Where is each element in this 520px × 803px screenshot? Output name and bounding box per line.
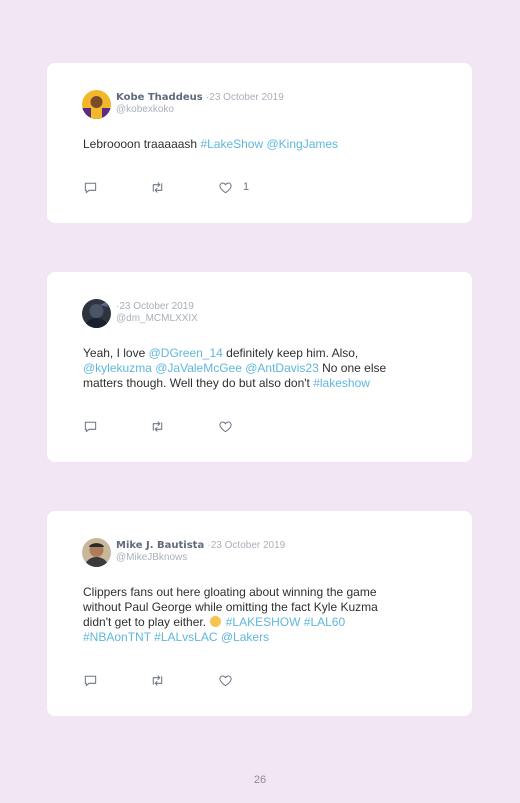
reply-icon — [84, 675, 97, 686]
tweet-text: Lebroooon traaaaash #LakeShow @KingJames — [83, 137, 423, 152]
tweet-card: Kobe Thaddeus ·23 October 2019 @kobexkok… — [47, 63, 472, 223]
tweet-text-run: matters though. Well they do but also do… — [83, 376, 314, 390]
mention-link[interactable]: @kylekuzma — [83, 361, 152, 375]
tweet-text-run: definitely keep him. Also, — [222, 346, 359, 360]
tweet-date[interactable]: 23 October 2019 — [209, 92, 284, 103]
reply-button[interactable] — [83, 179, 98, 195]
avatar[interactable] — [82, 90, 111, 119]
hashtag-link[interactable]: #LakeShow — [200, 137, 263, 151]
like-icon — [219, 420, 232, 432]
tweet-text-run: Lebroooon traaaaash — [83, 137, 201, 151]
author-handle[interactable]: @MikeJBknows — [116, 552, 285, 564]
like-button[interactable]: 1 — [218, 179, 249, 195]
mention-link[interactable]: @KingJames — [267, 137, 339, 151]
like-count: 1 — [243, 181, 250, 193]
tweet-date[interactable]: 23 October 2019 — [211, 540, 286, 551]
like-button[interactable] — [218, 672, 243, 688]
retweet-icon — [152, 181, 163, 193]
page-number: 26 — [253, 774, 267, 786]
tweet-card: Mike J. Bautista ·23 October 2019 @MikeJ… — [47, 511, 472, 716]
hashtag-link[interactable]: #LALvsLAC — [154, 630, 217, 644]
hashtag-link[interactable]: #LAL60 — [304, 615, 345, 629]
emoji-icon — [210, 616, 222, 627]
reply-button[interactable] — [83, 672, 98, 688]
tweet-text-run: No one else — [318, 361, 387, 375]
tweet-text-run: didn't get to play either. — [83, 615, 210, 629]
tweet-text-run: without Paul George while omitting the f… — [83, 600, 378, 614]
mention-link[interactable]: @AntDavis23 — [245, 361, 319, 375]
hashtag-link[interactable]: #NBAonTNT — [83, 630, 151, 644]
author-handle[interactable]: @dm_MCMLXXIX — [116, 313, 198, 325]
hashtag-link[interactable]: #lakeshow — [313, 376, 370, 390]
author-name[interactable]: Kobe Thaddeus — [116, 92, 203, 103]
tweet-text: Yeah, I love @DGreen_14 definitely keep … — [83, 346, 423, 391]
retweet-icon — [152, 674, 163, 686]
mention-link[interactable]: @Lakers — [221, 630, 269, 644]
tweet-card: ·23 October 2019 @dm_MCMLXXIX Yeah, I lo… — [47, 272, 472, 462]
avatar[interactable] — [82, 538, 111, 567]
tweet-date[interactable]: 23 October 2019 — [119, 301, 194, 312]
like-button[interactable] — [218, 418, 243, 434]
tweet-meta: ·23 October 2019 @dm_MCMLXXIX — [116, 301, 198, 325]
mention-link[interactable]: @DGreen_14 — [149, 346, 223, 360]
tweet-text: Clippers fans out here gloating about wi… — [83, 585, 423, 645]
like-icon — [219, 674, 232, 686]
retweet-icon — [152, 420, 163, 432]
tweet-text-run: Yeah, I love — [83, 346, 149, 360]
reply-button[interactable] — [83, 418, 98, 434]
tweet-meta: Kobe Thaddeus ·23 October 2019 @kobexkok… — [116, 92, 284, 116]
author-name[interactable]: Mike J. Bautista — [116, 540, 204, 551]
avatar[interactable] — [82, 299, 111, 328]
retweet-button[interactable] — [150, 179, 165, 195]
retweet-button[interactable] — [150, 672, 165, 688]
author-handle[interactable]: @kobexkoko — [116, 104, 284, 116]
like-icon — [219, 181, 232, 193]
reply-icon — [84, 182, 97, 193]
tweet-meta: Mike J. Bautista ·23 October 2019 @MikeJ… — [116, 540, 285, 564]
mention-link[interactable]: @JaValeMcGee — [155, 361, 242, 375]
hashtag-link[interactable]: #LAKESHOW — [226, 615, 301, 629]
reply-icon — [84, 421, 97, 432]
retweet-button[interactable] — [150, 418, 165, 434]
tweet-text-run: Clippers fans out here gloating about wi… — [83, 585, 377, 599]
